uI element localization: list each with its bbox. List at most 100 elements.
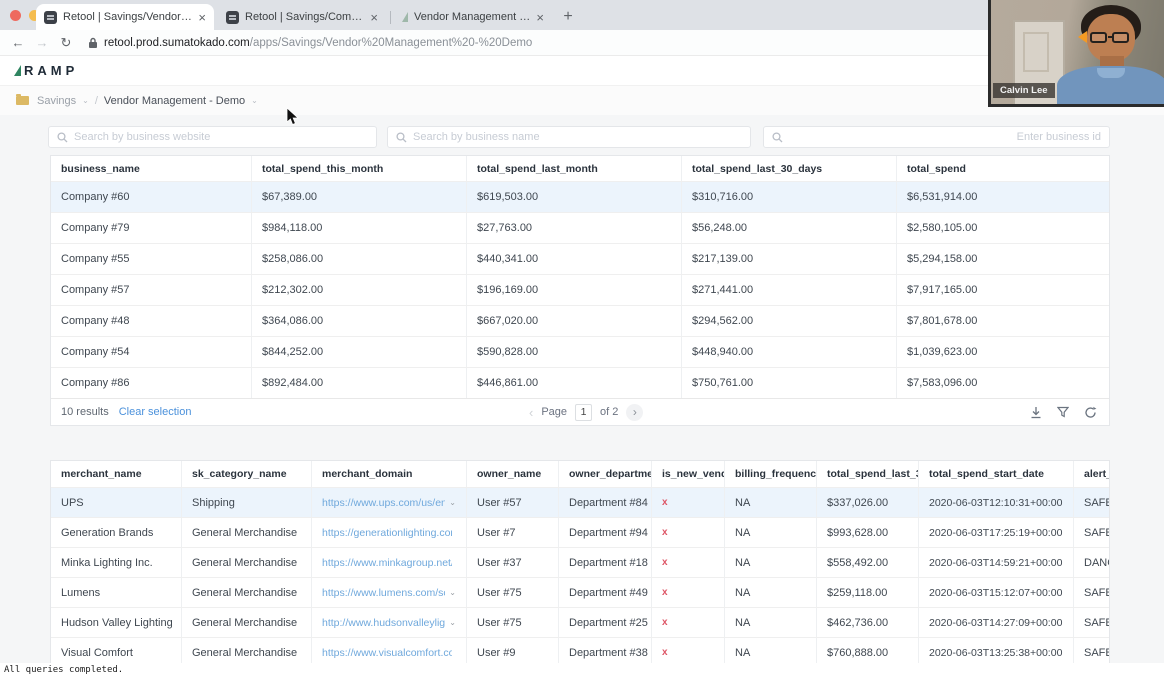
expand-icon[interactable]: ⌄	[449, 498, 456, 507]
column-header[interactable]: owner_department	[558, 461, 651, 487]
cell-spend: $619,503.00	[466, 182, 681, 212]
business-id-input[interactable]	[789, 131, 1101, 143]
table-row[interactable]: Company #54 $844,252.00 $590,828.00 $448…	[51, 336, 1109, 367]
expand-icon[interactable]: ⌄	[449, 618, 456, 627]
table-header-row: business_name total_spend_this_month tot…	[51, 156, 1109, 181]
chevron-down-icon[interactable]: ⌄	[82, 96, 89, 105]
table-row[interactable]: Company #48 $364,086.00 $667,020.00 $294…	[51, 305, 1109, 336]
new-tab-button[interactable]: +	[556, 5, 580, 29]
cell-billing: NA	[724, 518, 816, 547]
cell-billing: NA	[724, 608, 816, 637]
cell-business-name: Company #79	[61, 222, 130, 234]
cell-spend: $6,531,914.00	[896, 182, 1109, 212]
cell-department: Department #18	[558, 548, 651, 577]
table-row[interactable]: UPS Shipping https://www.ups.com/us/en/H…	[51, 487, 1109, 517]
business-id-field[interactable]	[763, 126, 1110, 148]
cell-spend: $259,118.00	[816, 578, 918, 607]
table-row[interactable]: Company #57 $212,302.00 $196,169.00 $271…	[51, 274, 1109, 305]
page-next-icon[interactable]: ›	[626, 403, 644, 421]
table-row[interactable]: Company #60 $67,389.00 $619,503.00 $310,…	[51, 181, 1109, 212]
cell-category: General Merchandise	[181, 548, 311, 577]
page-prev-icon[interactable]: ‹	[529, 405, 533, 420]
page-number-input[interactable]: 1	[575, 403, 593, 421]
cell-spend: $1,039,623.00	[896, 337, 1109, 367]
table-footer: 10 results Clear selection ‹ Page 1 of 2…	[51, 398, 1109, 425]
cell-spend: $7,917,165.00	[896, 275, 1109, 305]
search-website-field[interactable]	[48, 126, 377, 148]
merchant-domain-link[interactable]: https://www.lumens.com/sonne	[322, 587, 445, 599]
mouse-cursor	[286, 108, 300, 126]
webcam-video: Calvin Lee	[991, 0, 1164, 104]
url-domain: retool.prod.sumatokado.com	[104, 36, 250, 49]
cell-spend: $750,761.00	[681, 368, 896, 398]
column-header[interactable]: is_new_vendor	[651, 461, 724, 487]
chevron-down-icon[interactable]: ⌄	[251, 96, 258, 105]
column-header[interactable]: alert_st	[1073, 461, 1109, 487]
merchant-domain-link[interactable]: http://www.hudsonvalleylightin	[322, 617, 445, 629]
cell-department: Department #49	[558, 578, 651, 607]
browser-tab-vendor-management[interactable]: Retool | Savings/Vendor Mana ×	[36, 4, 214, 30]
table-row[interactable]: Hudson Valley Lighting General Merchandi…	[51, 607, 1109, 637]
search-name-field[interactable]	[387, 126, 751, 148]
cell-business-name: Company #48	[61, 315, 130, 327]
cell-spend: $217,139.00	[681, 244, 896, 274]
column-header[interactable]: total_spend_last_30_d...	[816, 461, 918, 487]
merchant-domain-link[interactable]: https://www.ups.com/us/en/Ho	[322, 497, 445, 509]
cell-spend: $667,020.00	[466, 306, 681, 336]
column-header[interactable]: total_spend_this_month	[251, 156, 466, 181]
search-name-input[interactable]	[413, 131, 742, 143]
cell-category: General Merchandise	[181, 578, 311, 607]
column-header[interactable]: total_spend	[896, 156, 1109, 181]
refresh-icon[interactable]	[1084, 406, 1097, 419]
tab-separator	[390, 11, 391, 24]
window-close-icon[interactable]	[10, 10, 21, 21]
cell-owner: User #57	[466, 488, 558, 517]
column-header[interactable]: sk_category_name	[181, 461, 311, 487]
cell-owner: User #7	[466, 518, 558, 547]
breadcrumb-page[interactable]: Vendor Management - Demo	[104, 95, 245, 107]
filter-icon[interactable]	[1057, 406, 1069, 418]
tab-close-icon[interactable]: ×	[370, 11, 378, 24]
person-shirt	[1057, 66, 1164, 104]
false-x-icon: x	[662, 587, 668, 598]
table-row[interactable]: Company #79 $984,118.00 $27,763.00 $56,2…	[51, 212, 1109, 243]
url-field[interactable]: retool.prod.sumatokado.com/apps/Savings/…	[88, 37, 532, 49]
tab-close-icon[interactable]: ×	[536, 11, 544, 24]
table-row[interactable]: Company #86 $892,484.00 $446,861.00 $750…	[51, 367, 1109, 398]
merchant-domain-link[interactable]: https://www.visualcomfort.com/	[322, 647, 452, 659]
merchant-domain-link[interactable]: https://generationlighting.com/	[322, 527, 452, 539]
download-icon[interactable]	[1030, 406, 1042, 419]
column-header[interactable]: total_spend_last_30_days	[681, 156, 896, 181]
reload-icon[interactable]: ↻	[54, 35, 78, 51]
tab-close-icon[interactable]: ×	[198, 11, 206, 24]
column-header[interactable]: owner_name	[466, 461, 558, 487]
merchant-domain-link[interactable]: https://www.minkagroup.net/	[322, 557, 452, 569]
table-row[interactable]: Company #55 $258,086.00 $440,341.00 $217…	[51, 243, 1109, 274]
clear-selection-link[interactable]: Clear selection	[119, 406, 192, 418]
column-header[interactable]: total_spend_last_month	[466, 156, 681, 181]
table-header-row: merchant_name sk_category_name merchant_…	[51, 461, 1109, 487]
search-website-input[interactable]	[74, 131, 368, 143]
cell-merchant: Hudson Valley Lighting	[61, 616, 173, 629]
table-row[interactable]: Generation Brands General Merchandise ht…	[51, 517, 1109, 547]
column-header[interactable]: merchant_domain	[311, 461, 466, 487]
breadcrumb-section[interactable]: Savings	[37, 95, 76, 107]
breadcrumb-separator: /	[94, 94, 98, 107]
ramp-logo[interactable]: RAMP	[14, 63, 78, 78]
cell-alert-status: SAFE	[1073, 488, 1109, 517]
webcam-overlay[interactable]: Calvin Lee	[988, 0, 1164, 107]
browser-tab-command-center[interactable]: Retool | Savings/Command Ce ×	[218, 4, 386, 30]
column-header[interactable]: business_name	[51, 156, 251, 181]
cell-spend: $446,861.00	[466, 368, 681, 398]
column-header[interactable]: merchant_name	[51, 461, 181, 487]
table-row[interactable]: Lumens General Merchandise https://www.l…	[51, 577, 1109, 607]
lock-icon	[89, 37, 97, 48]
column-header[interactable]: total_spend_start_date	[918, 461, 1073, 487]
column-header[interactable]: billing_frequency	[724, 461, 816, 487]
expand-icon[interactable]: ⌄	[449, 588, 456, 597]
forward-icon[interactable]: →	[30, 35, 54, 50]
browser-tab-ramp[interactable]: Vendor Management | Ramp ×	[394, 4, 552, 30]
back-icon[interactable]: ←	[6, 35, 30, 50]
table-row[interactable]: Minka Lighting Inc. General Merchandise …	[51, 547, 1109, 577]
cell-alert-status: SAFE	[1073, 608, 1109, 637]
